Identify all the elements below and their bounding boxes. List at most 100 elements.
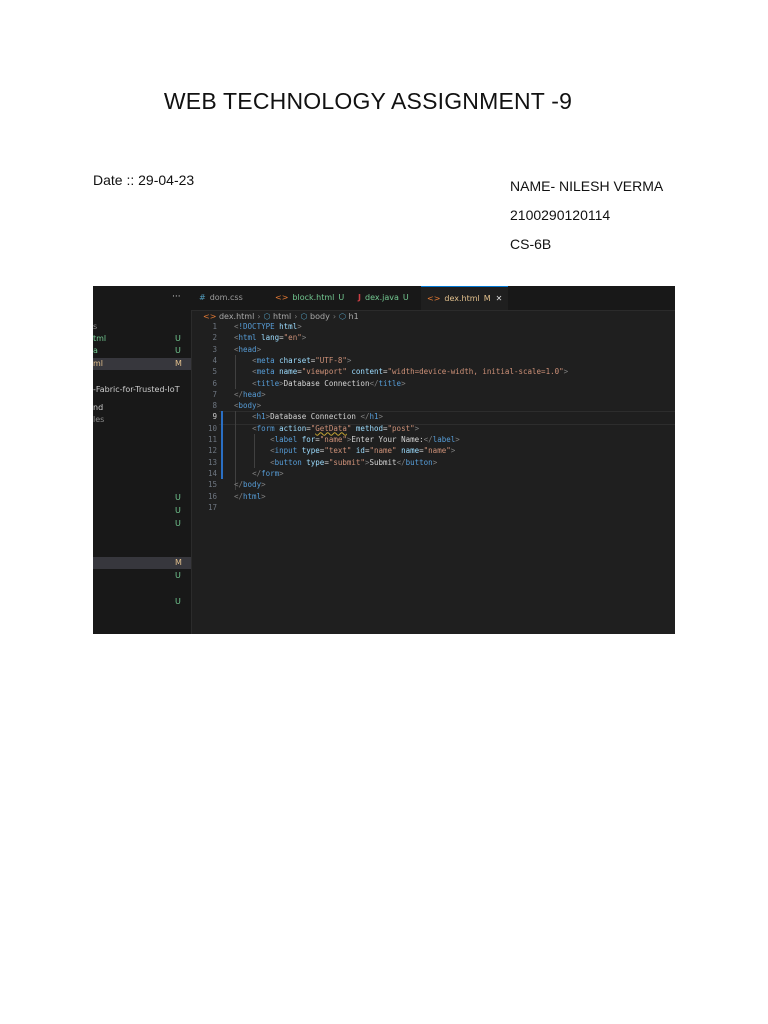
explorer-file-item[interactable]: aU xyxy=(93,345,191,357)
explorer-file-item[interactable]: tml U xyxy=(93,333,191,345)
code-line: <title>Database Connection</title> xyxy=(252,378,406,388)
line-number: 1 xyxy=(212,322,217,331)
chevron-right-icon: › xyxy=(294,312,298,321)
editor-tab-bar: # dom.css <> block.html U Jdex.java U <> dex.htm… xyxy=(191,286,675,311)
chevron-right-icon: › xyxy=(332,312,337,321)
breadcrumb-item[interactable]: html xyxy=(273,312,291,321)
code-line: </body> xyxy=(234,480,266,490)
code-line: <input type="text" id="name" name="name"… xyxy=(270,446,456,456)
more-actions-icon[interactable]: ··· xyxy=(172,292,181,302)
explorer-file-label: ml xyxy=(93,359,104,368)
explorer-file-item[interactable]: s xyxy=(93,321,191,333)
line-number: 11 xyxy=(207,435,217,444)
explorer-file-item[interactable]: U xyxy=(93,492,191,504)
tab-dex-java[interactable]: Jdex.java U xyxy=(358,286,409,310)
line-number: 9 xyxy=(212,412,217,422)
code-line: <button type="submit">Submit</button> xyxy=(270,457,438,467)
line-number: 5 xyxy=(212,367,217,377)
git-status-badge: M xyxy=(175,558,182,567)
git-status-badge: U xyxy=(175,519,181,528)
explorer-sidebar: ··· s tml Ua Uml M -Fabric-for-Trusted-IoT nd l… xyxy=(93,286,192,634)
explorer-file-label: -Fabric-for-Trusted-IoT xyxy=(93,385,180,394)
assignment-title: WEB TECHNOLOGY ASSIGNMENT -9 xyxy=(163,88,573,114)
git-status-badge: U xyxy=(402,293,409,302)
git-status-badge: U xyxy=(175,571,181,580)
explorer-file-label: a xyxy=(93,346,98,355)
breadcrumb-item[interactable]: dex.html xyxy=(219,312,254,321)
explorer-file-item[interactable]: U xyxy=(93,518,191,530)
code-line: <form action="GetData" method="post"> xyxy=(252,423,420,433)
code-line: <h1>Database Connection </h1> xyxy=(252,412,384,422)
git-status-badge: U xyxy=(175,506,181,515)
explorer-file-item[interactable]: U xyxy=(93,596,191,608)
html-file-icon: <> xyxy=(275,293,289,302)
explorer-file-item[interactable]: les xyxy=(93,414,191,426)
line-number: 16 xyxy=(207,491,217,501)
explorer-file-item[interactable]: U xyxy=(93,505,191,517)
tab-label: dex.html xyxy=(444,294,480,303)
explorer-file-label: s xyxy=(93,322,98,331)
code-line: </head> xyxy=(234,389,266,399)
explorer-file-item[interactable]: nd xyxy=(93,402,191,414)
date-line: Date :: 29-04-23 xyxy=(93,172,195,188)
html-file-icon: <> xyxy=(427,294,441,303)
html-file-icon: <> xyxy=(203,312,219,321)
line-number: 15 xyxy=(207,480,217,490)
roll-number: 2100290120114 xyxy=(510,207,611,223)
line-number: 17 xyxy=(207,502,217,512)
git-status-badge: U xyxy=(175,346,181,355)
student-name: NAME- NILESH VERMA xyxy=(510,178,664,194)
breadcrumb-item[interactable]: body xyxy=(310,312,330,321)
line-number: 7 xyxy=(212,389,217,399)
explorer-file-label: tml xyxy=(93,334,107,343)
java-file-icon: J xyxy=(358,293,361,302)
code-line: <body> xyxy=(234,401,262,411)
code-line: <meta name="viewport" content="width=dev… xyxy=(252,367,569,377)
line-number: 13 xyxy=(207,457,217,467)
editor-screenshot: ··· s tml Ua Uml M -Fabric-for-Trusted-IoT nd l… xyxy=(93,286,675,634)
git-status-badge: U xyxy=(175,597,181,606)
code-line: </html> xyxy=(234,491,266,501)
line-number: 14 xyxy=(207,468,217,478)
line-number: 12 xyxy=(207,446,217,456)
explorer-file-label: les xyxy=(93,415,105,424)
section: CS-6B xyxy=(510,236,552,252)
explorer-file-item[interactable]: ml M xyxy=(93,358,191,370)
line-number: 6 xyxy=(212,378,217,388)
line-number: 2 xyxy=(212,333,217,343)
explorer-file-item[interactable]: U xyxy=(93,570,191,582)
chevron-right-icon: › xyxy=(257,312,261,321)
tab-dex-html[interactable]: <> dex.html M ✕ xyxy=(421,286,509,310)
explorer-file-label: nd xyxy=(93,403,104,412)
git-status-badge: U xyxy=(338,293,345,302)
tab-block-html[interactable]: <> block.html U xyxy=(275,286,344,310)
line-number: 3 xyxy=(212,344,217,354)
line-number: 8 xyxy=(212,401,217,411)
code-line: <head> xyxy=(234,344,262,354)
element-icon: ⬡ xyxy=(339,312,349,321)
tab-dom-css[interactable]: # dom.css xyxy=(199,286,243,310)
tab-label: dex.java xyxy=(364,293,399,302)
student-info: NAME- NILESH VERMA 2100290120114 CS-6B xyxy=(510,172,663,259)
git-status-badge: U xyxy=(175,334,181,343)
code-line: </form> xyxy=(252,468,284,478)
css-file-icon: # xyxy=(199,293,206,302)
git-change-gutter xyxy=(221,411,223,480)
git-status-badge: M xyxy=(483,294,491,303)
breadcrumb-item[interactable]: h1 xyxy=(349,312,359,321)
line-number: 4 xyxy=(212,355,217,365)
line-number: 10 xyxy=(207,423,217,433)
element-icon: ⬡ xyxy=(263,312,274,321)
element-icon: ⬡ xyxy=(300,312,311,321)
explorer-file-item[interactable]: -Fabric-for-Trusted-IoT xyxy=(93,384,191,396)
code-line: <label for="name">Enter Your Name:</labe… xyxy=(270,435,460,444)
tab-label: dom.css xyxy=(209,293,243,302)
git-status-badge: U xyxy=(175,493,181,502)
code-line: <meta charset="UTF-8"> xyxy=(252,355,352,365)
code-line: <!DOCTYPE html> xyxy=(234,322,302,331)
tab-label: block.html xyxy=(292,293,335,302)
explorer-file-item[interactable]: M xyxy=(93,557,191,569)
code-line: <html lang="en"> xyxy=(234,333,307,343)
git-status-badge: M xyxy=(175,359,182,368)
close-icon[interactable]: ✕ xyxy=(496,294,503,303)
